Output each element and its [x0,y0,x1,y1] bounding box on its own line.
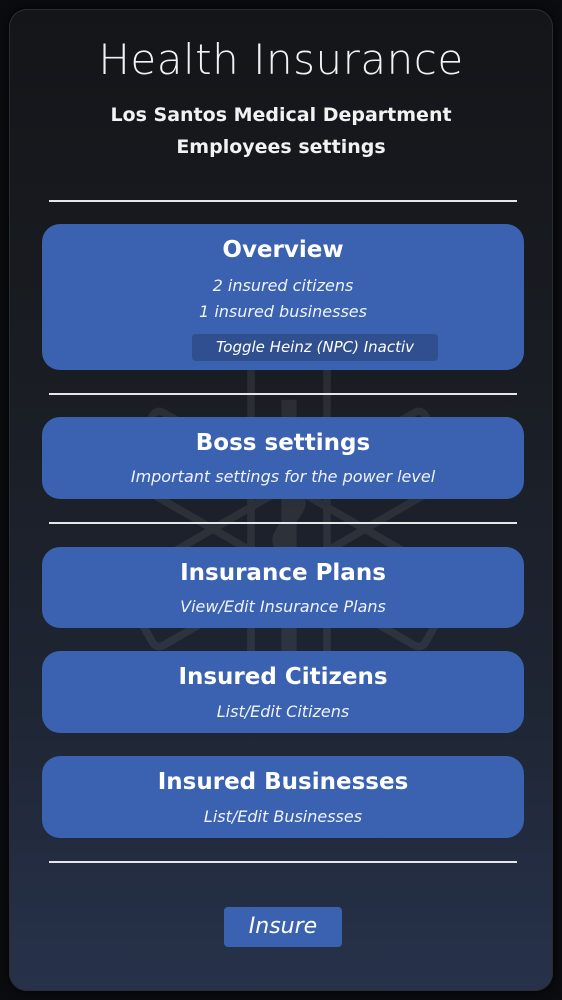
boss-settings-description: Important settings for the power level [130,467,436,486]
insure-button[interactable]: Insure [224,907,342,947]
toggle-npc-inactive-button[interactable]: Toggle Heinz (NPC) Inactiv [192,334,438,361]
section-title: Employees settings [176,136,386,158]
insured-businesses-title: Insured Businesses [157,769,409,795]
department-name: Los Santos Medical Department [110,104,452,126]
insured-citizens-description: List/Edit Citizens [216,702,350,721]
divider [49,861,517,863]
insurance-plans-title: Insurance Plans [180,560,386,586]
insured-businesses-count: 1 insured businesses [199,302,367,321]
boss-settings-title: Boss settings [195,430,371,456]
insurance-plans-card[interactable]: Insurance Plans View/Edit Insurance Plan… [42,547,524,628]
insured-citizens-card[interactable]: Insured Citizens List/Edit Citizens [42,651,524,733]
page-title: Health Insurance [98,35,464,84]
overview-title: Overview [222,237,344,263]
divider [49,200,517,202]
insured-businesses-card[interactable]: Insured Businesses List/Edit Businesses [42,756,524,838]
overview-card[interactable]: Overview 2 insured citizens 1 insured bu… [42,224,524,370]
insurance-panel: Health Insurance Los Santos Medical Depa… [9,9,553,991]
insurance-plans-description: View/Edit Insurance Plans [180,597,386,616]
insured-citizens-title: Insured Citizens [178,664,388,690]
insured-citizens-count: 2 insured citizens [212,276,354,295]
insured-businesses-description: List/Edit Businesses [203,807,363,826]
boss-settings-card[interactable]: Boss settings Important settings for the… [42,417,524,499]
divider [49,393,517,395]
divider [49,522,517,524]
